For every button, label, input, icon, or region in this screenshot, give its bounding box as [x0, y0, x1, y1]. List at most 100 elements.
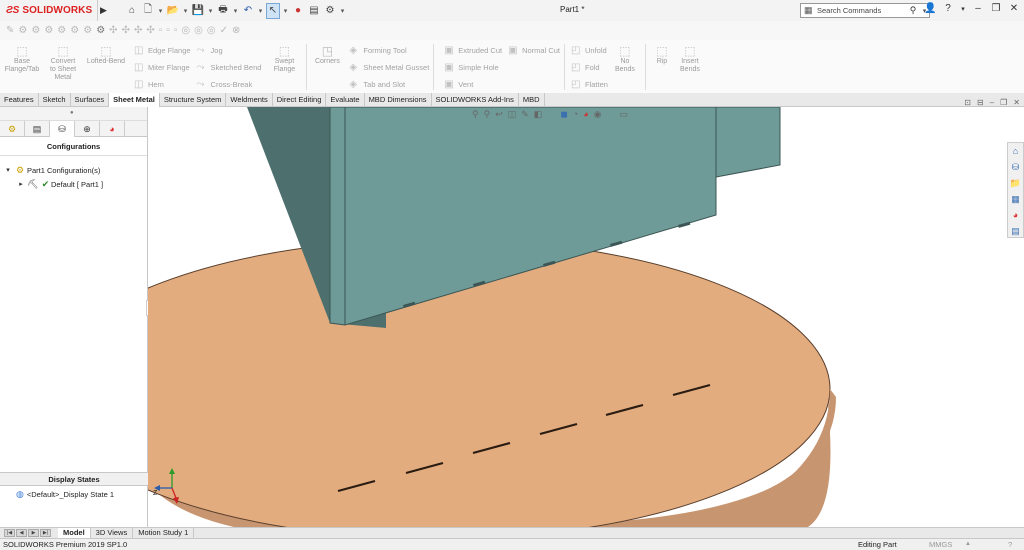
menu-expand-arrow-icon[interactable]: ▶ [97, 0, 109, 21]
tab-motion-study[interactable]: Motion Study 1 [133, 527, 195, 539]
tool-icon-14[interactable]: ▫ [166, 25, 170, 36]
expand-arrow-icon[interactable]: ▸ [16, 180, 26, 188]
first-tab-icon[interactable]: |◀ [4, 529, 15, 537]
rip-button[interactable]: ⬚ Rip [653, 44, 671, 66]
edge-flange-button[interactable]: ◫ Edge Flange [134, 44, 191, 56]
user-icon[interactable]: 👤 [924, 3, 936, 14]
print-icon[interactable]: 🖶 [216, 3, 230, 19]
tool-icon-7[interactable]: ⚙ [83, 25, 92, 36]
display-state-row[interactable]: ◍ <Default>_Display State 1 [16, 489, 114, 500]
appearances-icon[interactable]: ◕ [1009, 208, 1023, 222]
fold-button[interactable]: ◰ Fold [571, 61, 608, 73]
previous-view-icon[interactable]: ↩ [495, 109, 503, 120]
tab-direct-editing[interactable]: Direct Editing [273, 93, 327, 107]
traffic-light-icon[interactable]: ● [291, 3, 305, 19]
view-palette-icon[interactable]: ▦ [1009, 192, 1023, 206]
new-document-icon[interactable]: 🗋 [141, 3, 155, 19]
tool-icon-16[interactable]: ◎ [181, 25, 190, 36]
custom-properties-icon[interactable]: ▤ [1009, 224, 1023, 238]
tool-icon-15[interactable]: ▫ [174, 25, 178, 36]
select-dropdown-icon[interactable]: ▾ [282, 7, 289, 15]
search-commands-box[interactable]: ▦ Search Commands ⚲ ▾ [800, 3, 930, 18]
tab-model[interactable]: Model [58, 527, 91, 539]
view-orientation-icon[interactable]: ◧ [534, 109, 543, 120]
viewport-expand-icon[interactable]: ⊡ [964, 98, 971, 107]
tool-icon-12[interactable]: ✣ [146, 25, 154, 36]
tab-solidworks-add-ins[interactable]: SOLIDWORKS Add-Ins [432, 93, 519, 107]
section-view-icon[interactable]: ◫ [508, 109, 517, 120]
viewport-restore-icon[interactable]: ❐ [1000, 98, 1007, 107]
tool-icon-3[interactable]: ⚙ [31, 25, 40, 36]
tab-weldments[interactable]: Weldments [226, 93, 273, 107]
print-dropdown-icon[interactable]: ▾ [232, 7, 239, 15]
tab-evaluate[interactable]: Evaluate [326, 93, 365, 107]
tool-icon-10[interactable]: ✣ [122, 25, 130, 36]
undo-dropdown-icon[interactable]: ▾ [257, 7, 264, 15]
undo-icon[interactable]: ↶ [241, 3, 255, 19]
tab-mbd[interactable]: MBD [519, 93, 545, 107]
save-icon[interactable]: 💾 [191, 3, 205, 19]
solidworks-resources-icon[interactable]: ⌂ [1009, 144, 1023, 158]
minimize-icon[interactable]: – [972, 3, 984, 14]
close-icon[interactable]: ✕ [1008, 3, 1020, 14]
tab-features[interactable]: Features [0, 93, 39, 107]
previous-tab-icon[interactable]: ◀ [16, 529, 27, 537]
solidworks-logo[interactable]: ƧS SOLIDWORKS [0, 0, 97, 21]
extruded-cut-button[interactable]: ▣ Extruded Cut [444, 44, 502, 56]
configuration-manager-tab-icon[interactable]: ⛁ [50, 121, 75, 137]
search-scope-icon[interactable]: ▦ [804, 5, 813, 16]
help-dropdown-icon[interactable]: ▾ [960, 5, 966, 13]
unfold-button[interactable]: ◰ Unfold [571, 44, 608, 56]
design-library-icon[interactable]: ⛁ [1009, 160, 1023, 174]
tool-icon-13[interactable]: ▫ [159, 25, 163, 36]
dynamic-annotation-icon[interactable]: ✎ [521, 109, 529, 120]
last-tab-icon[interactable]: ▶| [40, 529, 51, 537]
tool-icon-8[interactable]: ⚙ [96, 25, 105, 36]
tree-child-row[interactable]: ▸ ⛏ ✔ Default [ Part1 ] [0, 177, 147, 191]
unit-system[interactable]: MMGS [929, 539, 952, 550]
appearance-icon[interactable]: ◕ [583, 109, 588, 120]
tool-icon-6[interactable]: ⚙ [70, 25, 79, 36]
save-dropdown-icon[interactable]: ▾ [207, 7, 214, 15]
open-dropdown-icon[interactable]: ▾ [182, 7, 189, 15]
tool-icon-9[interactable]: ✣ [109, 25, 117, 36]
insert-bends-button[interactable]: ⬚ Insert Bends [677, 44, 703, 74]
miter-flange-button[interactable]: ◫ Miter Flange [134, 61, 191, 73]
no-bends-button[interactable]: ⬚ No Bends [612, 44, 638, 74]
property-manager-tab-icon[interactable]: ▤ [25, 121, 50, 137]
hem-button[interactable]: ◫ Hem [134, 78, 191, 90]
view-settings-icon[interactable]: ▭ [620, 109, 629, 120]
tree-root-row[interactable]: ▾ ⚙ Part1 Configuration(s) [0, 163, 147, 177]
corners-button[interactable]: ◳ Corners [314, 44, 340, 66]
zoom-area-icon[interactable]: ⚲ [484, 109, 491, 120]
file-explorer-icon[interactable]: 📁 [1009, 176, 1023, 190]
tab-structure-system[interactable]: Structure System [160, 93, 227, 107]
dimxpert-tab-icon[interactable]: ⊕ [75, 121, 100, 137]
options-dropdown-icon[interactable]: ▾ [339, 7, 346, 15]
cross-break-button[interactable]: ⤳ Cross-Break [197, 78, 262, 90]
options-gear-icon[interactable]: ⚙ [323, 3, 337, 19]
display-manager-tab-icon[interactable]: ◕ [100, 121, 125, 137]
tool-icon-18[interactable]: ◎ [207, 25, 216, 36]
viewport-tile-icon[interactable]: ⊟ [977, 98, 984, 107]
swept-flange-button[interactable]: ⬚ Swept Flange [269, 44, 299, 74]
normal-cut-button[interactable]: ▣ Normal Cut [508, 44, 560, 56]
tool-icon-19[interactable]: ✓ [220, 25, 228, 36]
tool-icon-2[interactable]: ⚙ [18, 25, 27, 36]
tab-surfaces[interactable]: Surfaces [71, 93, 110, 107]
scene-icon[interactable]: ◉ [594, 109, 602, 120]
tool-icon-11[interactable]: ✣ [134, 25, 142, 36]
hide-show-icon[interactable]: ◔ [573, 109, 578, 120]
sketched-bend-button[interactable]: ⤳ Sketched Bend [197, 61, 262, 73]
simple-hole-button[interactable]: ▣ Simple Hole [444, 61, 502, 73]
lofted-bend-button[interactable]: ⬚ Lofted-Bend [85, 44, 127, 66]
tab-slot-button[interactable]: ◈ Tab and Slot [349, 78, 429, 90]
vent-button[interactable]: ▣ Vent [444, 78, 502, 90]
next-tab-icon[interactable]: ▶ [28, 529, 39, 537]
restore-icon[interactable]: ❐ [990, 3, 1002, 14]
select-cursor-icon[interactable]: ↖ [266, 2, 280, 19]
home-icon[interactable]: ⌂ [125, 3, 139, 19]
tab-sketch[interactable]: Sketch [39, 93, 71, 107]
collapse-arrow-icon[interactable]: ▾ [3, 166, 13, 174]
base-flange-button[interactable]: ⬚ Base Flange/Tab [3, 44, 41, 74]
